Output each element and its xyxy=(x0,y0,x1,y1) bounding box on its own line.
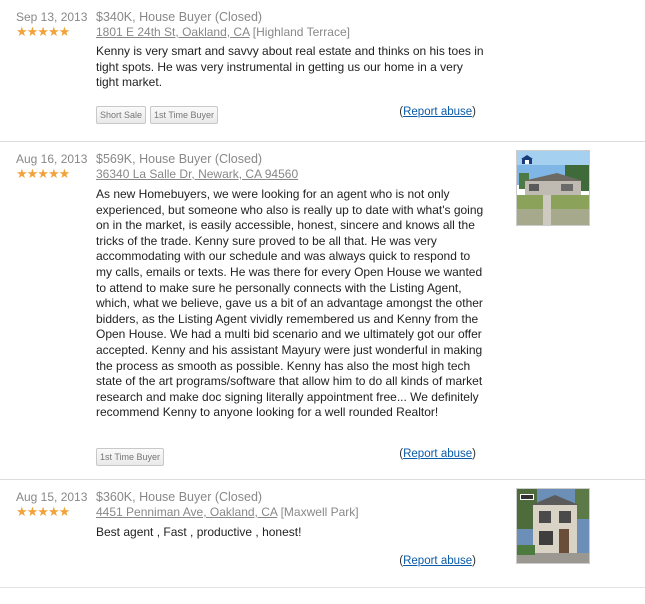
brokerage-logo-icon xyxy=(521,155,533,164)
tag-short-sale: Short Sale xyxy=(96,106,147,124)
property-address-link[interactable]: 4451 Penniman Ave, Oakland, CA xyxy=(96,505,277,519)
review-date-rating: Aug 16, 2013 ★★★★★ xyxy=(16,152,87,181)
transaction-summary: $360K, House Buyer (Closed) xyxy=(96,490,263,504)
review-tags: 1st Time Buyer xyxy=(96,448,165,466)
transaction-info: $360K, House Buyer (Closed) 4451 Pennima… xyxy=(96,490,359,520)
neighborhood-label: [Maxwell Park] xyxy=(280,505,359,519)
review-text: Kenny is very smart and savvy about real… xyxy=(96,44,484,90)
transaction-summary: $569K, House Buyer (Closed) xyxy=(96,152,263,166)
transaction-summary: $340K, House Buyer (Closed) xyxy=(96,10,263,24)
star-rating: ★★★★★ xyxy=(16,504,70,519)
brokerage-logo-icon xyxy=(520,494,534,500)
property-photo[interactable] xyxy=(516,150,590,226)
star-rating: ★★★★★ xyxy=(16,24,70,39)
report-abuse: (Report abuse) xyxy=(399,448,476,460)
neighborhood-label: [Highland Terrace] xyxy=(252,25,350,39)
review-text: Best agent , Fast , productive , honest! xyxy=(96,525,302,539)
star-rating: ★★★★★ xyxy=(16,166,70,181)
review-text: As new Homebuyers, we were looking for a… xyxy=(96,187,484,420)
review-date: Aug 16, 2013 xyxy=(16,152,88,166)
review-item: Sep 13, 2013 ★★★★★ $340K, House Buyer (C… xyxy=(0,0,645,142)
review-date: Sep 13, 2013 xyxy=(16,10,88,24)
tag-first-time-buyer: 1st Time Buyer xyxy=(150,106,219,124)
review-date-rating: Sep 13, 2013 ★★★★★ xyxy=(16,10,87,39)
report-abuse: (Report abuse) xyxy=(399,555,476,567)
transaction-info: $340K, House Buyer (Closed) 1801 E 24th … xyxy=(96,10,350,40)
report-paren-close: ) xyxy=(472,555,476,567)
report-abuse-link[interactable]: Report abuse xyxy=(403,555,472,567)
review-date-rating: Aug 15, 2013 ★★★★★ xyxy=(16,490,87,519)
review-date: Aug 15, 2013 xyxy=(16,490,88,504)
review-item: Aug 15, 2013 ★★★★★ $360K, House Buyer (C… xyxy=(0,480,645,588)
tag-first-time-buyer: 1st Time Buyer xyxy=(96,448,165,466)
review-tags: Short Sale 1st Time Buyer xyxy=(96,106,219,124)
report-abuse-link[interactable]: Report abuse xyxy=(403,106,472,118)
property-photo[interactable] xyxy=(516,488,590,564)
property-address-link[interactable]: 36340 La Salle Dr, Newark, CA 94560 xyxy=(96,167,298,181)
report-paren-close: ) xyxy=(472,448,476,460)
transaction-info: $569K, House Buyer (Closed) 36340 La Sal… xyxy=(96,152,298,182)
report-abuse: (Report abuse) xyxy=(399,106,476,118)
review-item: Aug 16, 2013 ★★★★★ $569K, House Buyer (C… xyxy=(0,142,645,480)
report-abuse-link[interactable]: Report abuse xyxy=(403,448,472,460)
report-paren-close: ) xyxy=(472,106,476,118)
property-address-link[interactable]: 1801 E 24th St, Oakland, CA xyxy=(96,25,249,39)
